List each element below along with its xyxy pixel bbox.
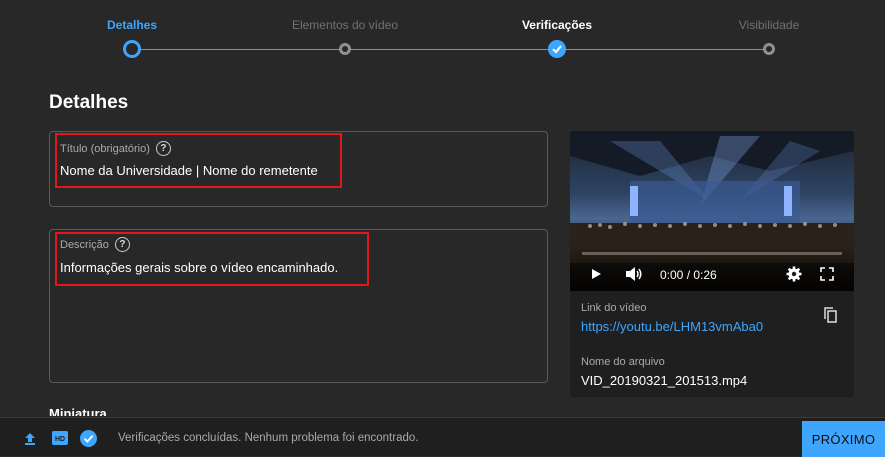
video-link-label: Link do vídeo	[581, 302, 647, 314]
title-highlight-box	[55, 133, 342, 188]
step-checks-check-icon[interactable]	[548, 40, 566, 58]
volume-icon[interactable]	[625, 266, 643, 282]
hd-icon: HD	[52, 431, 68, 445]
play-icon[interactable]	[590, 268, 602, 280]
step-visibility-label[interactable]: Visibilidade	[739, 18, 800, 32]
upload-stepper: Detalhes Elementos do vídeo Verificações…	[0, 0, 885, 78]
stepper-track	[132, 49, 766, 50]
fullscreen-icon[interactable]	[820, 267, 834, 281]
copy-icon[interactable]	[822, 306, 838, 324]
step-video-elements-label[interactable]: Elementos do vídeo	[292, 18, 398, 32]
checks-status-text: Verificações concluídas. Nenhum problema…	[118, 432, 419, 444]
description-highlight-box	[55, 232, 369, 286]
check-circle-icon	[80, 430, 97, 447]
gear-icon[interactable]	[786, 266, 802, 282]
upload-icon	[25, 433, 35, 445]
file-name: VID_20190321_201513.mp4	[581, 373, 748, 388]
video-preview-card: 0:00 / 0:26 Link do vídeo https://youtu.…	[570, 131, 854, 397]
player-controls: 0:00 / 0:26	[570, 246, 854, 291]
video-time: 0:00 / 0:26	[660, 268, 717, 282]
next-button[interactable]: PRÓXIMO	[802, 421, 885, 457]
video-player[interactable]: 0:00 / 0:26	[570, 131, 854, 291]
step-details-label[interactable]: Detalhes	[107, 18, 157, 32]
seek-bar[interactable]	[582, 252, 842, 255]
step-details-dot[interactable]	[123, 40, 141, 58]
video-link[interactable]: https://youtu.be/LHM13vmAba0	[581, 319, 763, 334]
upload-footer: HD Verificações concluídas. Nenhum probl…	[0, 417, 885, 457]
file-name-label: Nome do arquivo	[581, 356, 665, 368]
thumbnail-heading: Miniatura	[49, 406, 107, 416]
page-title: Detalhes	[49, 92, 129, 113]
step-video-elements-dot[interactable]	[339, 43, 351, 55]
svg-text:HD: HD	[55, 436, 65, 443]
step-checks-label[interactable]: Verificações	[522, 18, 592, 32]
step-visibility-dot[interactable]	[763, 43, 775, 55]
